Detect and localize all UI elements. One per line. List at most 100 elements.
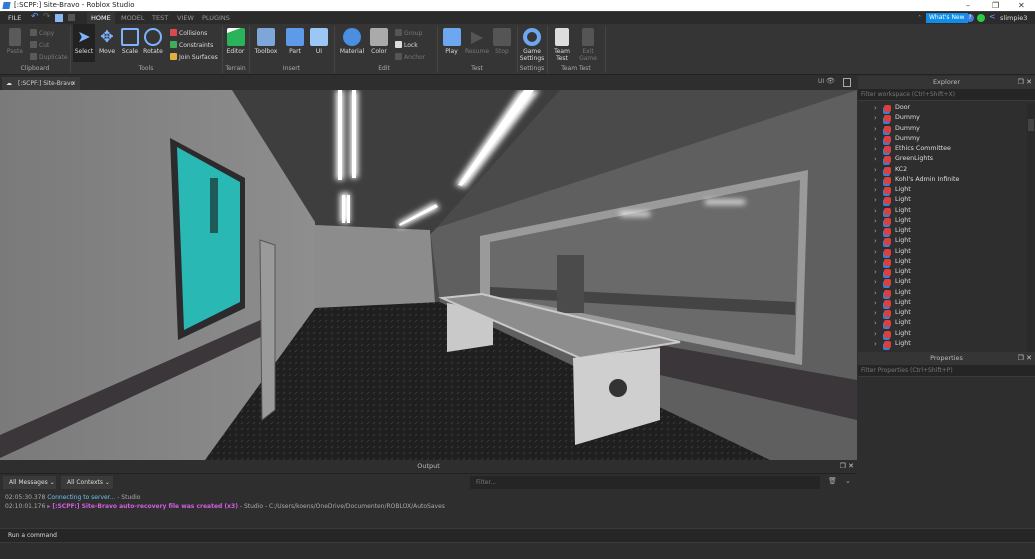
panel-controls-icon[interactable]: ❐ ✕ xyxy=(1018,76,1032,89)
part-button[interactable]: Part xyxy=(282,24,308,55)
explorer-item[interactable]: › KC2 xyxy=(858,165,1026,175)
explorer-item[interactable]: › Dummy xyxy=(858,124,1026,134)
share-icon[interactable]: < xyxy=(989,12,996,21)
expand-chevron-icon[interactable]: › xyxy=(874,113,877,123)
expand-chevron-icon[interactable]: › xyxy=(874,247,877,257)
whats-new-button[interactable]: What's New xyxy=(926,13,968,23)
explorer-item[interactable]: › Dummy xyxy=(858,134,1026,144)
play-button[interactable]: Play xyxy=(439,24,464,55)
toolbox-button[interactable]: Toolbox xyxy=(252,24,280,55)
explorer-item[interactable]: › Light xyxy=(858,329,1026,339)
close-tab-icon[interactable]: × xyxy=(71,77,76,90)
output-filter-input[interactable]: Filter... xyxy=(470,476,820,489)
expand-chevron-icon[interactable]: › xyxy=(874,206,877,216)
panel-controls-icon[interactable]: ❐ ✕ xyxy=(840,460,854,473)
explorer-item[interactable]: › Dummy xyxy=(858,113,1026,123)
paste-button[interactable]: Paste xyxy=(2,24,28,55)
color-button[interactable]: Color xyxy=(366,24,392,55)
ui-visibility-toggle[interactable]: UI xyxy=(818,78,824,85)
join-surfaces-toggle[interactable]: Join Surfaces xyxy=(170,53,218,61)
expand-chevron-icon[interactable]: › xyxy=(874,318,877,328)
expand-chevron-icon[interactable]: › xyxy=(874,175,877,185)
user-menu[interactable]: slimpie3 xyxy=(1000,14,1027,22)
explorer-item[interactable]: › Light xyxy=(858,318,1026,328)
3d-viewport[interactable] xyxy=(0,90,857,460)
explorer-item[interactable]: › Light xyxy=(858,195,1026,205)
move-tool-button[interactable]: ✥ Move xyxy=(96,24,118,56)
scene-render[interactable] xyxy=(0,90,857,460)
expand-chevron-icon[interactable]: › xyxy=(874,298,877,308)
scale-tool-button[interactable]: Scale xyxy=(119,24,141,55)
explorer-item[interactable]: › Light xyxy=(858,247,1026,257)
expand-chevron-icon[interactable]: › xyxy=(874,257,877,267)
tab-test[interactable]: TEST xyxy=(152,14,168,22)
anchor-button[interactable]: Anchor xyxy=(395,53,425,61)
explorer-item[interactable]: › Light xyxy=(858,308,1026,318)
explorer-item[interactable]: › Light xyxy=(858,236,1026,246)
explorer-item[interactable]: › Light xyxy=(858,298,1026,308)
group-button[interactable]: Group xyxy=(395,29,422,37)
publish-icon[interactable] xyxy=(55,14,63,22)
properties-filter-input[interactable]: Filter Properties (Ctrl+Shift+P) xyxy=(858,365,1035,377)
expand-chevron-icon[interactable]: › xyxy=(874,288,877,298)
redo-icon[interactable]: ↷ xyxy=(43,12,51,22)
expand-chevron-icon[interactable]: › xyxy=(874,277,877,287)
explorer-item[interactable]: › Light xyxy=(858,226,1026,236)
select-tool-button[interactable]: ➤ Select xyxy=(73,24,95,62)
document-tab[interactable]: ☁ [:SCPF:] Site-Bravo × xyxy=(2,77,80,90)
file-menu[interactable]: FILE xyxy=(8,14,21,22)
explorer-item[interactable]: › Ethics Committee xyxy=(858,144,1026,154)
lock-button[interactable]: Lock xyxy=(395,41,418,49)
explorer-item[interactable]: › Light xyxy=(858,267,1026,277)
stop-icon[interactable] xyxy=(68,14,75,21)
copy-button[interactable]: Copy xyxy=(30,29,54,37)
scrollbar-thumb[interactable] xyxy=(1028,119,1034,131)
resume-button[interactable]: ▶ Resume xyxy=(463,24,491,56)
expand-chevron-icon[interactable]: › xyxy=(874,165,877,175)
explorer-item[interactable]: › Light xyxy=(858,206,1026,216)
eye-icon[interactable]: 👁 xyxy=(826,77,835,85)
rotate-tool-button[interactable]: Rotate xyxy=(141,24,165,55)
explorer-item[interactable]: › Kohl's Admin Infinite xyxy=(858,175,1026,185)
all-messages-dropdown[interactable]: All Messages ⌄ xyxy=(3,476,56,489)
expand-chevron-icon[interactable]: › xyxy=(874,308,877,318)
expand-chevron-icon[interactable]: › xyxy=(874,134,877,144)
expand-chevron-icon[interactable]: › xyxy=(874,103,877,113)
explorer-item[interactable]: › Light xyxy=(858,257,1026,267)
expand-chevron-icon[interactable]: › xyxy=(874,226,877,236)
collapse-ribbon-icon[interactable]: ˄ xyxy=(918,14,921,22)
tab-plugins[interactable]: PLUGINS xyxy=(202,14,230,22)
expand-chevron-icon[interactable]: › xyxy=(874,154,877,164)
collisions-toggle[interactable]: Collisions xyxy=(170,29,207,37)
close-window-button[interactable]: ✕ xyxy=(1018,0,1025,11)
expand-chevron-icon[interactable]: › xyxy=(874,339,877,349)
explorer-item[interactable]: › Light xyxy=(858,277,1026,287)
game-settings-button[interactable]: Game Settings xyxy=(518,24,546,62)
explorer-item[interactable]: › Door xyxy=(858,103,1026,113)
explorer-scrollbar[interactable] xyxy=(1027,103,1035,352)
explorer-item[interactable]: › GreenLights xyxy=(858,154,1026,164)
explorer-item[interactable]: › Light xyxy=(858,185,1026,195)
explorer-item[interactable]: › Light xyxy=(858,339,1026,349)
expand-chevron-icon[interactable]: › xyxy=(874,185,877,195)
panel-controls-icon[interactable]: ❐ ✕ xyxy=(1018,352,1032,365)
command-input[interactable]: Run a command xyxy=(8,532,57,539)
expand-chevron-icon[interactable]: › xyxy=(874,329,877,339)
explorer-item[interactable]: › Light xyxy=(858,216,1026,226)
explorer-filter-input[interactable]: Filter workspace (Ctrl+Shift+X) xyxy=(858,89,1035,101)
exit-game-button[interactable]: Exit Game xyxy=(574,24,602,62)
material-button[interactable]: Material xyxy=(337,24,367,55)
device-emulator-icon[interactable] xyxy=(843,78,851,87)
expand-chevron-icon[interactable]: › xyxy=(874,195,877,205)
constraints-toggle[interactable]: Constraints xyxy=(170,41,213,49)
duplicate-button[interactable]: Duplicate xyxy=(30,53,68,61)
terrain-editor-button[interactable]: Editor xyxy=(222,24,249,55)
tab-model[interactable]: MODEL xyxy=(121,14,144,22)
stop-button[interactable]: Stop xyxy=(489,24,515,55)
clear-output-icon[interactable]: 🗑 xyxy=(828,477,837,485)
ui-button[interactable]: UI xyxy=(306,24,332,55)
status-icon[interactable] xyxy=(977,14,985,22)
expand-chevron-icon[interactable]: › xyxy=(874,267,877,277)
tab-view[interactable]: VIEW xyxy=(177,14,194,22)
expand-chevron-icon[interactable]: › xyxy=(874,236,877,246)
